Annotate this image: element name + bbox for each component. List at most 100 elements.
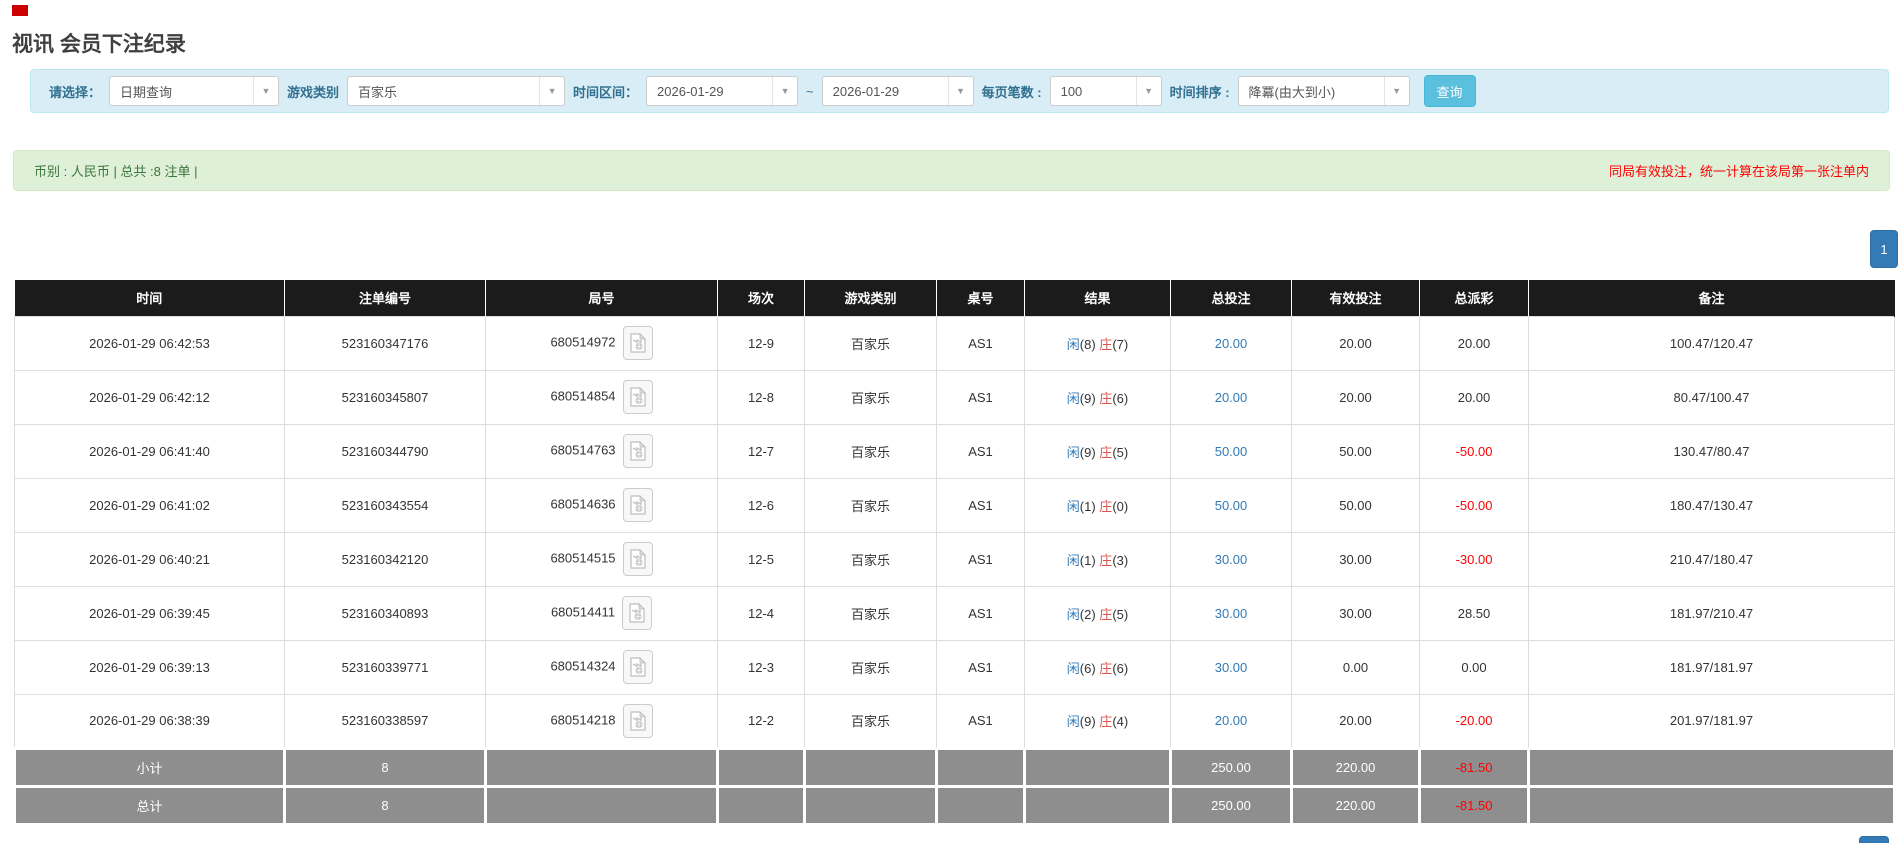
- player-result-label: 闲: [1066, 390, 1080, 406]
- subtotal-row-cell-2: [484, 746, 719, 788]
- cell-result: 闲(8) 庄(7): [1024, 315, 1171, 371]
- cell-valid-bet: 30.00: [1291, 585, 1420, 641]
- table-row: 2026-01-29 06:39:45 523160340893 680514411…: [14, 585, 1895, 641]
- video-replay-button[interactable]: [622, 650, 653, 684]
- payout-value: -30.00: [1455, 551, 1493, 567]
- table-row: 2026-01-29 06:42:53 523160347176 680514972…: [14, 315, 1895, 371]
- cell-bet-id: 523160345807: [284, 369, 486, 425]
- subtotal-row-payout: -81.50: [1455, 759, 1493, 775]
- cell-table: AS1: [936, 531, 1025, 587]
- cell-remark: 201.97/181.97: [1528, 693, 1895, 749]
- chevron-down-icon[interactable]: ▼: [772, 77, 797, 105]
- video-replay-button[interactable]: [622, 326, 653, 360]
- cell-time: 2026-01-29 06:42:53: [14, 315, 285, 371]
- round-number: 680514218: [550, 711, 616, 727]
- cell-total-bet: 50.00: [1170, 477, 1292, 533]
- video-file-icon: [629, 333, 646, 353]
- chevron-down-icon[interactable]: ▼: [1383, 77, 1409, 105]
- payout-value: 0.00: [1461, 659, 1487, 675]
- column-header-9: 总派彩: [1419, 280, 1529, 316]
- date-from-select[interactable]: 2026-01-29 ▼: [646, 76, 799, 106]
- pagination-bottom-partial-button[interactable]: [1859, 836, 1889, 843]
- total-bet-link[interactable]: 50.00: [1215, 444, 1248, 459]
- cell-total-bet: 20.00: [1170, 693, 1292, 749]
- cell-time: 2026-01-29 06:42:12: [14, 369, 285, 425]
- subtotal-row-cell-8: 220.00: [1290, 746, 1421, 788]
- banker-result-label: 庄: [1099, 390, 1113, 406]
- page-title: 视讯 会员下注纪录: [12, 33, 186, 56]
- cell-bet-id: 523160340893: [284, 585, 486, 641]
- query-type-select[interactable]: 日期查询 ▼: [109, 76, 280, 106]
- chevron-down-icon[interactable]: ▼: [947, 77, 973, 105]
- round-number: 680514763: [550, 442, 616, 458]
- video-replay-button[interactable]: [622, 488, 653, 522]
- cell-session: 12-7: [717, 423, 805, 479]
- cell-table: AS1: [936, 585, 1025, 641]
- query-button[interactable]: 查询: [1423, 75, 1476, 107]
- bet-records-table: 时间 注单编号 局号 场次 游戏类别 桌号 结果 总投注 有效投注 总派彩 备注 2026-01-2…: [13, 280, 1896, 826]
- column-header-10: 备注: [1528, 280, 1895, 316]
- total-row-cell-6: [1023, 784, 1172, 826]
- cell-remark: 80.47/100.47: [1528, 369, 1895, 425]
- chevron-down-icon[interactable]: ▼: [539, 77, 564, 105]
- video-replay-button[interactable]: [622, 596, 653, 630]
- banker-result-label: 庄: [1099, 444, 1113, 460]
- table-row: 2026-01-29 06:38:39 523160338597 680514218…: [14, 693, 1895, 749]
- cell-remark: 180.47/130.47: [1528, 477, 1895, 533]
- total-row-cell-5: [935, 784, 1026, 826]
- cell-payout: 20.00: [1419, 315, 1529, 371]
- time-sort-select[interactable]: 降冪(由大到小) ▼: [1237, 76, 1410, 106]
- cell-round: 680514218: [485, 693, 718, 749]
- total-bet-link[interactable]: 20.00: [1215, 336, 1248, 351]
- column-header-4: 游戏类别: [804, 280, 937, 316]
- game-category-select[interactable]: 百家乐 ▼: [347, 76, 566, 106]
- table-header-row: 时间 注单编号 局号 场次 游戏类别 桌号 结果 总投注 有效投注 总派彩 备注: [14, 280, 1895, 316]
- cell-valid-bet: 0.00: [1291, 639, 1420, 695]
- chevron-down-icon[interactable]: ▼: [1135, 77, 1161, 105]
- banker-result-score: (6): [1112, 660, 1129, 676]
- pagination-page-1-button[interactable]: 1: [1870, 230, 1898, 268]
- cell-session: 12-4: [717, 585, 805, 641]
- column-header-3: 场次: [717, 280, 805, 316]
- banker-result-score: (0): [1112, 498, 1129, 514]
- date-to-value: 2026-01-29: [832, 83, 900, 99]
- cell-session: 12-3: [717, 639, 805, 695]
- cell-table: AS1: [936, 423, 1025, 479]
- cell-valid-bet: 20.00: [1291, 369, 1420, 425]
- banker-result-score: (4): [1112, 714, 1129, 729]
- currency-summary-text: 币别 : 人民币 | 总共 :8 注单 |: [34, 164, 198, 179]
- subtotal-row-cell-3: [716, 746, 806, 788]
- total-bet-link[interactable]: 30.00: [1215, 606, 1248, 621]
- total-bet-link[interactable]: 50.00: [1215, 498, 1248, 513]
- total-bet-link[interactable]: 30.00: [1215, 552, 1248, 567]
- cell-session: 12-6: [717, 477, 805, 533]
- subtotal-row-cell-0: 小计: [13, 746, 286, 788]
- video-file-icon: [629, 549, 646, 569]
- cell-table: AS1: [936, 693, 1025, 749]
- banker-result-score: (5): [1112, 444, 1129, 460]
- total-bet-link[interactable]: 30.00: [1215, 660, 1248, 675]
- round-number: 680514324: [550, 658, 616, 674]
- video-replay-button[interactable]: [622, 542, 653, 576]
- page-size-value: 100: [1060, 83, 1083, 99]
- query-type-value: 日期查询: [120, 84, 173, 100]
- total-bet-link[interactable]: 20.00: [1215, 390, 1248, 405]
- player-result-label: 闲: [1066, 660, 1080, 676]
- cell-total-bet: 30.00: [1170, 585, 1292, 641]
- cell-round: 680514515: [485, 531, 718, 587]
- total-bet-link[interactable]: 20.00: [1215, 713, 1248, 728]
- video-replay-button[interactable]: [622, 703, 653, 738]
- column-header-7: 总投注: [1170, 280, 1292, 316]
- chevron-down-icon[interactable]: ▼: [253, 77, 278, 105]
- video-file-icon: [629, 387, 646, 407]
- video-replay-button[interactable]: [622, 434, 653, 468]
- video-replay-button[interactable]: [622, 380, 653, 414]
- total-row-cell-2: [484, 784, 719, 826]
- date-to-select[interactable]: 2026-01-29 ▼: [821, 76, 974, 106]
- cell-total-bet: 30.00: [1170, 639, 1292, 695]
- game-category-label: 游戏类别: [287, 84, 340, 100]
- cell-round: 680514763: [485, 423, 718, 479]
- page-size-select[interactable]: 100 ▼: [1049, 76, 1162, 106]
- payout-value: -50.00: [1455, 497, 1493, 513]
- cell-payout: -50.00: [1419, 477, 1529, 533]
